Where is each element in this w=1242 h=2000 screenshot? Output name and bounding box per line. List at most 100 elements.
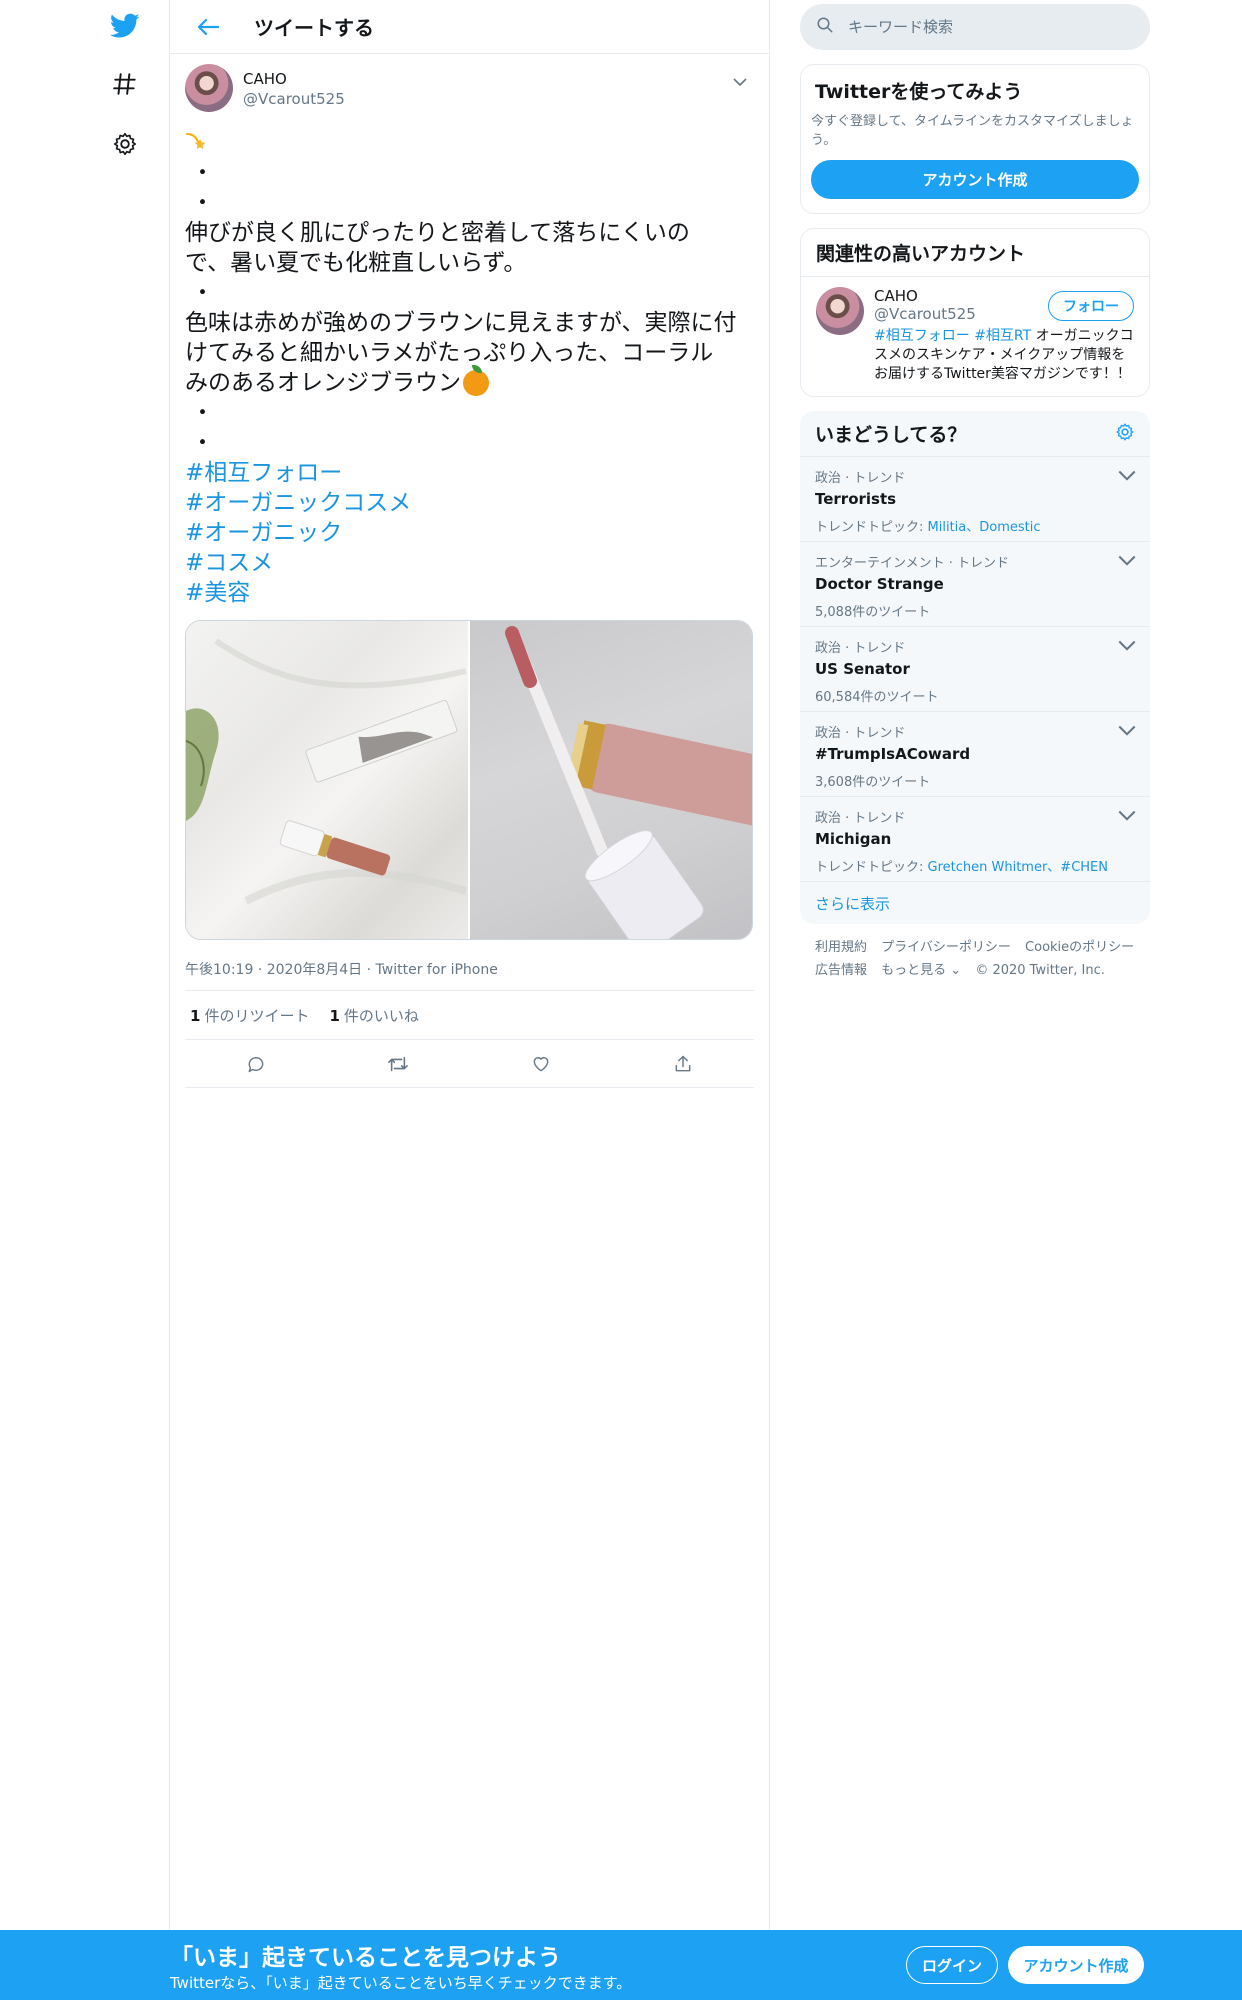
trend-category: 政治 · トレンド	[815, 811, 906, 826]
hashtag-link[interactable]: #オーガニック	[185, 518, 754, 548]
trend-item[interactable]: 政治 · トレンド #TrumpIsACoward 3,608件のツイート	[800, 712, 1150, 797]
trend-topic-prefix: トレンドトピック:	[815, 520, 928, 535]
trend-subtext: トレンドトピック: Militia、Domestic	[815, 516, 1135, 535]
tweet-date[interactable]: 2020年8月4日	[267, 962, 362, 978]
login-button[interactable]: ログイン	[906, 1946, 998, 1984]
related-account[interactable]: CAHO @Vcarout525 #相互フォロー #相互RT オーガニックコスメ…	[801, 277, 1149, 396]
main-column: ツイートする CAHO @Vcarout525 ・ ・ 伸びが良く肌にぴったりと…	[170, 0, 770, 2000]
tweet-media	[185, 620, 753, 940]
more-link[interactable]: もっと見る ⌄	[881, 963, 961, 978]
shooting-star-emoji-icon	[185, 130, 209, 154]
show-more-link[interactable]: さらに表示	[800, 882, 1150, 924]
tweet-stats: 1 件のリツイート 1 件のいいね	[185, 990, 754, 1040]
tweet-menu-chevron-down-icon[interactable]	[728, 70, 752, 94]
trend-name: Doctor Strange	[815, 575, 944, 593]
retweet-icon[interactable]	[378, 1044, 418, 1084]
copyright: © 2020 Twitter, Inc.	[975, 963, 1105, 978]
reply-icon[interactable]	[236, 1044, 276, 1084]
trend-tweet-count: 3,608件のツイート	[815, 775, 931, 790]
signup-description: 今すぐ登録して、タイムラインをカスタマイズしましょう。	[811, 114, 1134, 148]
left-nav	[0, 0, 170, 2000]
chevron-down-icon[interactable]	[1118, 467, 1136, 485]
tangerine-emoji-icon	[463, 365, 489, 396]
trend-category: エンターテインメント · トレンド	[815, 556, 1010, 571]
tweet-line: けてみると細かいラメがたっぷり入った、コーラル	[185, 340, 714, 366]
bullet-dot: ・	[191, 400, 214, 426]
trend-category: 政治 · トレンド	[815, 641, 906, 656]
gear-icon[interactable]	[105, 124, 145, 164]
trend-topic-links[interactable]: Gretchen Whitmer、#CHEN	[928, 860, 1108, 875]
bottom-signup-bar: 「いま」起きていることを見つけよう Twitterなら、「いま」起きていることを…	[0, 1930, 1242, 2000]
bullet-dot: ・	[191, 430, 214, 456]
like-stat[interactable]: 1 件のいいね	[329, 1005, 418, 1026]
chevron-down-icon[interactable]	[1118, 722, 1136, 740]
search-bar[interactable]	[800, 4, 1150, 50]
author-avatar[interactable]	[185, 64, 233, 112]
hashtag-link[interactable]: #相互フォロー	[185, 458, 754, 488]
author-handle[interactable]: @Vcarout525	[243, 90, 345, 108]
bullet-dot: ・	[191, 160, 214, 186]
trend-topic-links[interactable]: Militia、Domestic	[928, 520, 1041, 535]
right-sidebar: Twitterを使ってみよう 今すぐ登録して、タイムラインをカスタマイズしましょ…	[800, 0, 1150, 994]
trends-settings-gear-icon[interactable]	[1115, 422, 1135, 446]
meta-separator: ·	[257, 962, 263, 978]
trend-item[interactable]: 政治 · トレンド US Senator 60,584件のツイート	[800, 627, 1150, 712]
trend-topic-prefix: トレンドトピック:	[815, 860, 928, 875]
trends-title: いまどうしてる？	[815, 424, 967, 446]
tweet-actions	[185, 1040, 754, 1088]
author-info[interactable]: CAHO @Vcarout525	[243, 70, 345, 108]
tweet-source[interactable]: Twitter for iPhone	[376, 962, 498, 978]
bottom-create-account-button[interactable]: アカウント作成	[1008, 1946, 1144, 1984]
tweet-line-with-emoji: みのあるオレンジブラウン	[185, 365, 754, 398]
privacy-link[interactable]: プライバシーポリシー	[881, 940, 1011, 955]
hashtag-link[interactable]: #コスメ	[185, 548, 754, 578]
trend-name: Michigan	[815, 830, 892, 848]
trend-name: #TrumpIsACoward	[815, 745, 971, 763]
related-bio: #相互フォロー #相互RT オーガニックコスメのスキンケア・メイクアップ情報をお…	[874, 327, 1134, 384]
trend-name: Terrorists	[815, 490, 897, 508]
terms-link[interactable]: 利用規約	[815, 940, 867, 955]
bottom-bar-subtitle: Twitterなら、「いま」起きていることをいち早くチェックできます。	[170, 1974, 632, 1992]
retweet-count: 1	[190, 1006, 201, 1025]
page-title: ツイートする	[254, 16, 374, 40]
share-icon[interactable]	[663, 1044, 703, 1084]
tweet-line: 伸びが良く肌にぴったりと密着して落ちにくいの	[185, 220, 690, 246]
footer-links: 利用規約 プライバシーポリシー Cookieのポリシー 広告情報 もっと見る ⌄…	[800, 924, 1150, 994]
hashtag-link[interactable]: #オーガニックコスメ	[185, 488, 754, 518]
search-input[interactable]	[848, 18, 1108, 36]
author-name[interactable]: CAHO	[243, 70, 345, 88]
create-account-button[interactable]: アカウント作成	[811, 160, 1139, 199]
tweet-text: ・ ・ 伸びが良く肌にぴったりと密着して落ちにくいの で、暑い夏でも化粧直しいら…	[185, 128, 754, 608]
tweet-line: で、暑い夏でも化粧直しいらず。	[185, 250, 527, 276]
bio-hashtag-link[interactable]: #相互RT	[974, 328, 1031, 344]
hashtag-link[interactable]: #美容	[185, 578, 754, 608]
tweet: CAHO @Vcarout525 ・ ・ 伸びが良く肌にぴったりと密着して落ちに…	[170, 54, 769, 1088]
like-heart-icon[interactable]	[521, 1044, 561, 1084]
back-arrow-icon[interactable]	[190, 9, 226, 45]
bio-hashtag-link[interactable]: #相互フォロー	[874, 328, 970, 344]
trend-item[interactable]: エンターテインメント · トレンド Doctor Strange 5,088件の…	[800, 542, 1150, 627]
main-header: ツイートする	[170, 0, 769, 54]
tweet-header: CAHO @Vcarout525	[185, 64, 754, 128]
chevron-down-icon[interactable]	[1118, 637, 1136, 655]
trend-item[interactable]: 政治 · トレンド Michigan トレンドトピック: Gretchen Wh…	[800, 797, 1150, 882]
like-label: 件のいいね	[343, 1006, 419, 1025]
trend-item[interactable]: 政治 · トレンド Terrorists トレンドトピック: Militia、D…	[800, 457, 1150, 542]
signup-card: Twitterを使ってみよう 今すぐ登録して、タイムラインをカスタマイズしましょ…	[800, 64, 1150, 214]
trends-card: いまどうしてる？ 政治 · トレンド Terrorists トレンドトピック: …	[800, 411, 1150, 924]
twitter-logo-icon[interactable]	[105, 6, 145, 46]
tweet-photo-lip-gloss-on-fabric[interactable]	[186, 621, 468, 939]
tweet-photo-lip-gloss-applicator[interactable]	[470, 621, 752, 939]
tweet-time[interactable]: 午後10:19	[185, 962, 253, 978]
chevron-down-icon[interactable]	[1118, 807, 1136, 825]
chevron-down-icon[interactable]	[1118, 552, 1136, 570]
related-avatar[interactable]	[816, 287, 864, 335]
retweet-stat[interactable]: 1 件のリツイート	[190, 1005, 309, 1026]
ads-info-link[interactable]: 広告情報	[815, 963, 867, 978]
related-accounts-card: 関連性の高いアカウント CAHO @Vcarout525 #相互フォロー #相互…	[800, 228, 1150, 397]
follow-button[interactable]: フォロー	[1048, 291, 1134, 321]
cookie-policy-link[interactable]: Cookieのポリシー	[1025, 940, 1134, 955]
hashtag-icon[interactable]	[105, 64, 145, 104]
trend-category: 政治 · トレンド	[815, 471, 906, 486]
trend-name: US Senator	[815, 660, 910, 678]
